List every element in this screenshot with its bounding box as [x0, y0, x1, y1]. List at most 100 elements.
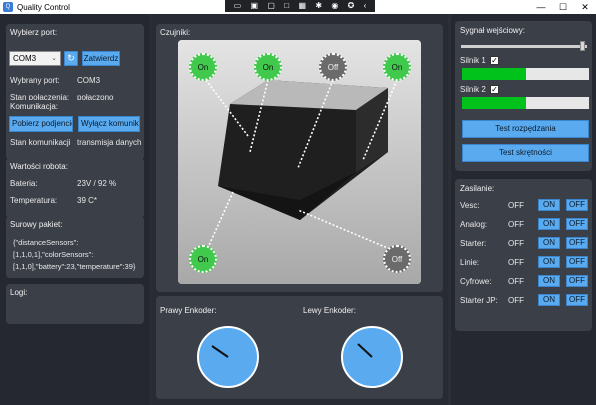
robot-values-panel: Wartości robota: Bateria: 23V / 92 % Tem…	[6, 158, 144, 218]
sensor-state: Off	[391, 254, 403, 264]
power-on-button[interactable]: ON	[538, 294, 560, 306]
sensor-top-3: Off	[319, 53, 347, 81]
left-column: Wybierz port: COM3 ⌄ ↻ Zatwierdz Wybrany…	[0, 14, 150, 405]
power-off-button[interactable]: OFF	[566, 256, 588, 268]
left-encoder-label: Lewy Enkoder:	[303, 306, 356, 315]
power-row-state: OFF	[508, 220, 524, 229]
power-on-button[interactable]: ON	[538, 218, 560, 230]
title-bar: Q Quality Control ▭ ▣ ▢ □ ▦ ✱ ◉ ✪ ‹ — ☐ …	[0, 0, 596, 14]
sensor-state: On	[197, 254, 209, 264]
refresh-icon: ↻	[67, 53, 75, 63]
fetch-button[interactable]: Pobierz podjencie	[9, 116, 73, 132]
power-row-label: Vesc:	[460, 201, 480, 210]
signal-slider-handle[interactable]	[580, 41, 586, 51]
communication-title: Komunikacja:	[10, 102, 59, 111]
raw-packet-line: [1,1,0,1],"colorSensors":	[13, 250, 94, 259]
logs-panel: Logi:	[6, 284, 144, 324]
camera-icon[interactable]: ▣	[251, 0, 259, 12]
power-off-button[interactable]: OFF	[566, 237, 588, 249]
right-encoder-label: Prawy Enkoder:	[160, 306, 217, 315]
battery-label: Bateria:	[10, 179, 38, 188]
signal-slider[interactable]	[461, 45, 587, 48]
port-title: Wybierz port:	[10, 28, 58, 37]
screen-icon[interactable]: ▭	[234, 0, 242, 12]
power-on-button[interactable]: ON	[538, 237, 560, 249]
window-controls: — ☐ ✕	[530, 0, 596, 14]
window-icon[interactable]: □	[284, 0, 289, 12]
port-panel: Wybierz port: COM3 ⌄ ↻ Zatwierdz Wybrany…	[6, 24, 144, 108]
power-on-button[interactable]: ON	[538, 256, 560, 268]
power-row-label: Starter:	[460, 239, 487, 248]
motor1-bar-fill	[462, 68, 526, 80]
motor2-bar	[462, 97, 589, 109]
power-off-button[interactable]: OFF	[566, 275, 588, 287]
grid-icon[interactable]: ▦	[298, 0, 306, 12]
power-off-button[interactable]: OFF	[566, 199, 588, 211]
motor1-label: Silnik 1	[460, 56, 486, 65]
motor2-checkbox[interactable]: ✓	[490, 85, 499, 94]
app-icon: Q	[3, 2, 13, 12]
sensor-top-4: On	[383, 53, 411, 81]
input-signal-panel: Sygnał wejściowy: Silnik 1 ✓ Silnik 2 ✓ …	[455, 21, 592, 171]
sensor-top-1: On	[189, 53, 217, 81]
power-title: Zasilanie:	[460, 184, 495, 193]
steam-icon[interactable]: ◉	[331, 0, 338, 12]
close-overlay-icon[interactable]: ‹	[364, 0, 367, 12]
motor2-bar-fill	[462, 97, 526, 109]
power-row-label: Cyfrowe:	[460, 277, 492, 286]
close-icon[interactable]: ✕	[574, 0, 596, 14]
power-row-label: Analog:	[460, 220, 488, 229]
turn-test-button[interactable]: Test skrętności	[462, 144, 589, 162]
port-select[interactable]: COM3 ⌄	[9, 51, 61, 66]
sensor-bottom-left: On	[189, 245, 217, 273]
selected-port-label: Wybrany port:	[10, 76, 60, 85]
raw-packet-line: {"distanceSensors":	[13, 238, 79, 247]
power-row-state: OFF	[508, 201, 524, 210]
accel-test-button[interactable]: Test rozpędzania	[462, 120, 589, 138]
minimize-icon[interactable]: —	[530, 0, 552, 14]
right-encoder-dial	[197, 326, 259, 388]
raw-packet-panel: Surowy pakiet: {"distanceSensors": [1,1,…	[6, 216, 144, 278]
monitor-icon[interactable]: ▢	[267, 0, 275, 12]
maximize-icon[interactable]: ☐	[552, 0, 574, 14]
refresh-button[interactable]: ↻	[64, 51, 78, 66]
power-row-label: Starter JP:	[460, 296, 498, 305]
power-off-button[interactable]: OFF	[566, 294, 588, 306]
raw-packet-line: [1,1,0],"battery":23,"temperature":39}	[13, 262, 136, 271]
sensor-state: On	[262, 62, 274, 72]
power-off-button[interactable]: OFF	[566, 218, 588, 230]
logs-title: Logi:	[10, 288, 28, 297]
power-row-label: Linie:	[460, 258, 480, 267]
robot-illustration	[178, 40, 421, 284]
left-encoder-dial	[341, 326, 403, 388]
power-on-button[interactable]: ON	[538, 275, 560, 287]
raw-packet-title: Surowy pakiet:	[10, 220, 63, 229]
robot-values-title: Wartości robota:	[10, 162, 68, 171]
sensors-title: Czujniki:	[160, 28, 191, 37]
communication-state-label: Stan komunikacji	[10, 138, 71, 147]
power-row-state: OFF	[508, 239, 524, 248]
accessibility-icon[interactable]: ✪	[348, 0, 355, 12]
right-column: Sygnał wejściowy: Silnik 1 ✓ Silnik 2 ✓ …	[451, 14, 596, 405]
port-select-value: COM3	[13, 54, 37, 63]
disable-communication-button[interactable]: Wyłącz komunikacje	[78, 116, 140, 132]
motor2-label: Silnik 2	[460, 85, 486, 94]
selected-port-value: COM3	[77, 76, 101, 85]
power-row-state: OFF	[508, 277, 524, 286]
bug-icon[interactable]: ✱	[315, 0, 322, 12]
power-row-state: OFF	[508, 296, 524, 305]
confirm-button[interactable]: Zatwierdz	[82, 51, 120, 66]
sensor-bottom-right: Off	[383, 245, 411, 273]
temperature-label: Temperatura:	[10, 196, 58, 205]
capture-toolbar: ▭ ▣ ▢ □ ▦ ✱ ◉ ✪ ‹	[225, 0, 375, 12]
sensor-state: Off	[327, 62, 339, 72]
motor1-checkbox[interactable]: ✓	[490, 56, 499, 65]
chevron-down-icon: ⌄	[51, 55, 57, 62]
sensor-state: On	[197, 62, 209, 72]
robot-sensor-view: On On Off On On Off	[178, 40, 421, 284]
motor1-bar	[462, 68, 589, 80]
power-panel: Zasilanie: Vesc: OFF ON OFF Analog: OFF ON OFF S…	[455, 179, 592, 331]
input-signal-title: Sygnał wejściowy:	[460, 26, 525, 35]
power-row-state: OFF	[508, 258, 524, 267]
power-on-button[interactable]: ON	[538, 199, 560, 211]
